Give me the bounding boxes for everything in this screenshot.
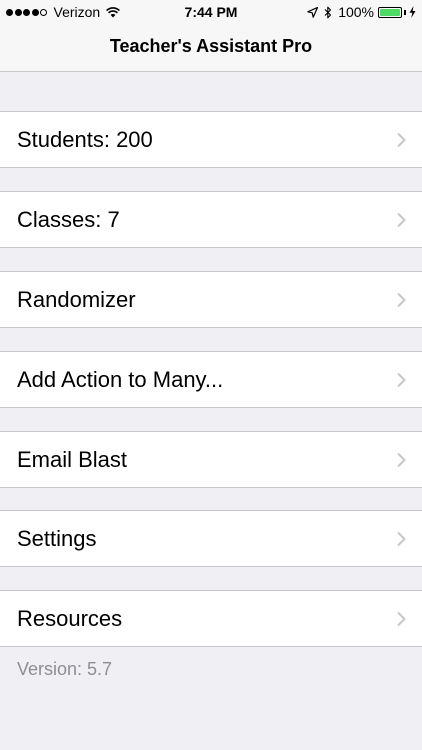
battery-percent: 100% <box>338 4 374 20</box>
menu-item-students[interactable]: Students: 200 <box>0 111 422 168</box>
battery-icon <box>378 6 402 18</box>
status-right: 100% <box>307 4 416 20</box>
chevron-right-icon <box>397 531 406 547</box>
menu-item-settings[interactable]: Settings <box>0 510 422 567</box>
chevron-right-icon <box>397 132 406 148</box>
menu-item-email-blast[interactable]: Email Blast <box>0 431 422 488</box>
charging-bolt-icon <box>409 6 416 18</box>
page-title: Teacher's Assistant Pro <box>109 36 313 56</box>
menu-item-label: Settings <box>17 526 97 551</box>
menu-item-classes[interactable]: Classes: 7 <box>0 191 422 248</box>
chevron-right-icon <box>397 452 406 468</box>
status-bar: Verizon 7:44 PM 100% <box>0 0 422 24</box>
chevron-right-icon <box>397 292 406 308</box>
menu-item-resources[interactable]: Resources <box>0 590 422 647</box>
menu-item-label: Randomizer <box>17 287 136 312</box>
chevron-right-icon <box>397 372 406 388</box>
menu-item-label: Classes: 7 <box>17 207 120 232</box>
battery-fill <box>380 8 400 16</box>
chevron-right-icon <box>397 212 406 228</box>
bluetooth-icon <box>324 6 332 18</box>
version-label: Version: 5.7 <box>17 659 113 679</box>
navigation-bar: Teacher's Assistant Pro <box>0 24 422 72</box>
battery-nub <box>404 9 406 15</box>
menu-item-randomizer[interactable]: Randomizer <box>0 271 422 328</box>
menu-item-label: Add Action to Many... <box>17 367 224 392</box>
menu-item-label: Email Blast <box>17 447 128 472</box>
menu-item-add-action[interactable]: Add Action to Many... <box>0 351 422 408</box>
menu-item-label: Students: 200 <box>17 127 153 152</box>
chevron-right-icon <box>397 611 406 627</box>
menu-item-label: Resources <box>17 606 123 631</box>
location-arrow-icon <box>307 6 319 18</box>
